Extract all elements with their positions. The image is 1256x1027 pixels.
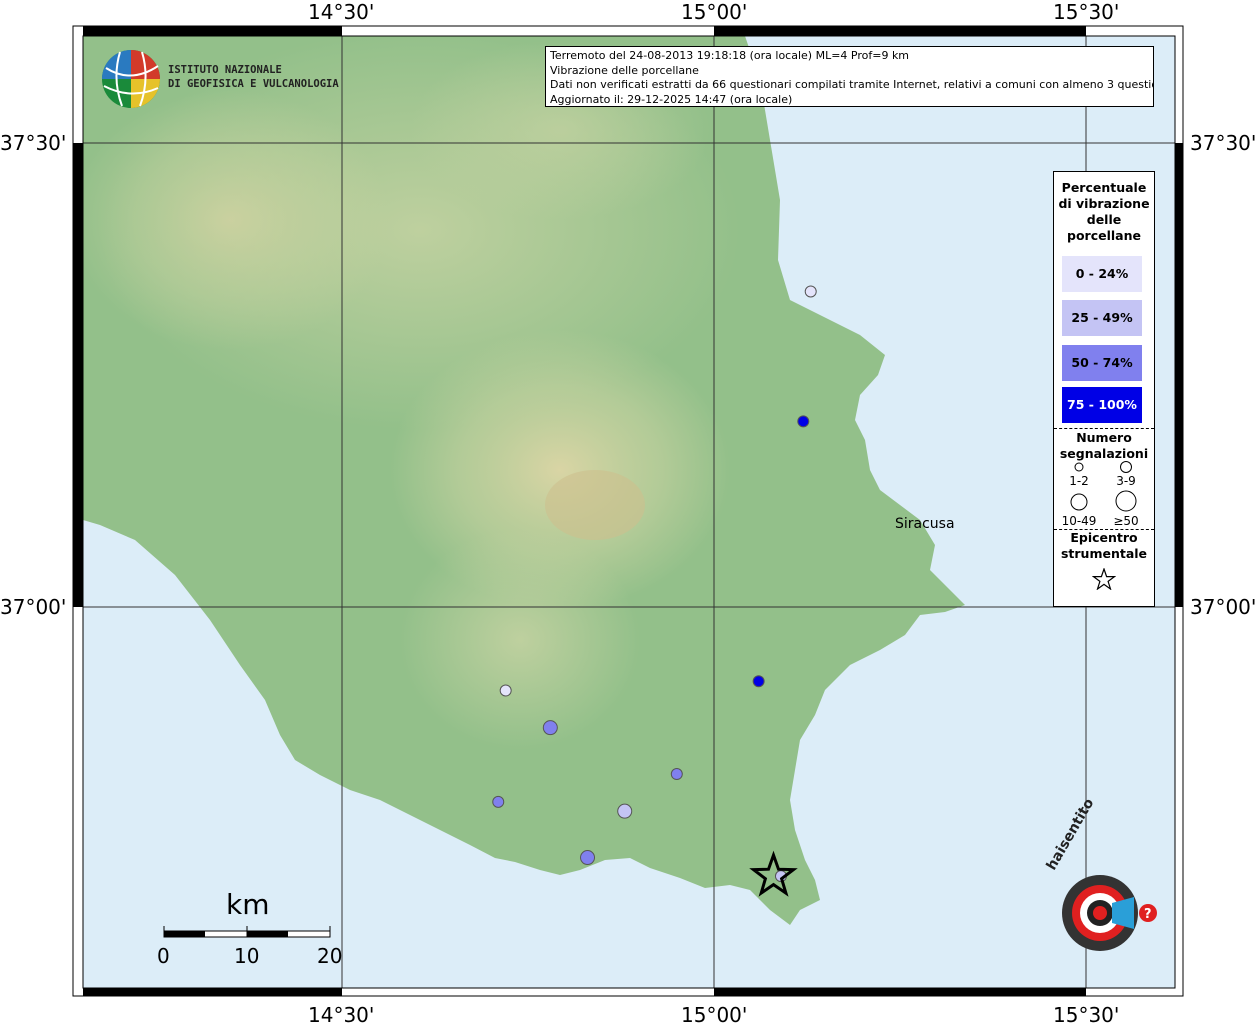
highland-south xyxy=(400,530,640,750)
legend-epicenter-title: Epicentro strumentale xyxy=(1060,530,1148,561)
ingv-logo-text: ISTITUTO NAZIONALE DI GEOFISICA E VULCAN… xyxy=(168,63,339,91)
scale-unit-label: km xyxy=(226,888,270,921)
ingv-globe-icon xyxy=(102,50,160,108)
scale-tick-20: 20 xyxy=(317,944,343,968)
ingv-line-1: ISTITUTO NAZIONALE xyxy=(168,64,282,76)
coord-left-2: 37°00' xyxy=(0,595,67,619)
info-event: Terremoto del 24-08-2013 19:18:18 (ora l… xyxy=(550,49,910,62)
svg-text:?: ? xyxy=(1144,907,1152,922)
legend-divider-1 xyxy=(1054,428,1154,429)
legend-count-1: 1-2 xyxy=(1069,474,1089,488)
peak-center xyxy=(545,470,645,540)
legend-title: Percentuale di vibrazione delle porcella… xyxy=(1058,180,1150,243)
legend-class-3: 75 - 100% xyxy=(1062,387,1142,423)
legend-count-3: 10-49 xyxy=(1061,514,1097,528)
data-point-2[interactable] xyxy=(797,415,810,428)
coord-bottom-3: 15°30' xyxy=(1053,1003,1120,1027)
scale-tick-0: 0 xyxy=(157,944,170,968)
data-point-7[interactable] xyxy=(492,795,505,808)
coord-top-3: 15°30' xyxy=(1053,0,1120,24)
data-point-9[interactable] xyxy=(580,850,596,866)
coord-left-1: 37°30' xyxy=(0,131,67,155)
data-point-4[interactable] xyxy=(499,684,512,697)
data-point-6[interactable] xyxy=(670,768,683,781)
coord-bottom-2: 15°00' xyxy=(681,1003,748,1027)
legend-class-2: 50 - 74% xyxy=(1062,345,1142,381)
data-point-1[interactable] xyxy=(804,285,817,298)
legend-count-2: 3-9 xyxy=(1116,474,1136,488)
coord-right-2: 37°00' xyxy=(1190,595,1256,619)
data-point-5[interactable] xyxy=(542,720,558,736)
legend-class-1: 25 - 49% xyxy=(1062,300,1142,336)
legend: Percentuale di vibrazione delle porcella… xyxy=(1053,171,1155,607)
info-updated: Aggiornato il: 29-12-2025 14:47 (ora loc… xyxy=(550,92,793,106)
data-point-3[interactable] xyxy=(752,675,765,688)
info-box: Terremoto del 24-08-2013 19:18:18 (ora l… xyxy=(545,46,1154,107)
info-parameter: Vibrazione delle porcellane xyxy=(550,63,699,77)
scale-tick-10: 10 xyxy=(234,944,260,968)
legend-size-symbols xyxy=(1070,461,1137,512)
legend-star-icon xyxy=(1092,568,1116,590)
info-data-note: Dati non verificati estratti da 66 quest… xyxy=(550,78,1154,91)
coord-top-2: 15°00' xyxy=(681,0,748,24)
legend-count-4: ≥50 xyxy=(1113,514,1139,528)
data-point-8[interactable] xyxy=(617,803,633,819)
coord-top-1: 14°30' xyxy=(308,0,375,24)
coord-bottom-1: 14°30' xyxy=(308,1003,375,1027)
ingv-line-2: DI GEOFISICA E VULCANOLOGIA xyxy=(168,78,339,90)
coord-right-1: 37°30' xyxy=(1190,131,1256,155)
legend-class-0: 0 - 24% xyxy=(1062,256,1142,292)
city-label-siracusa: Siracusa xyxy=(895,516,955,532)
